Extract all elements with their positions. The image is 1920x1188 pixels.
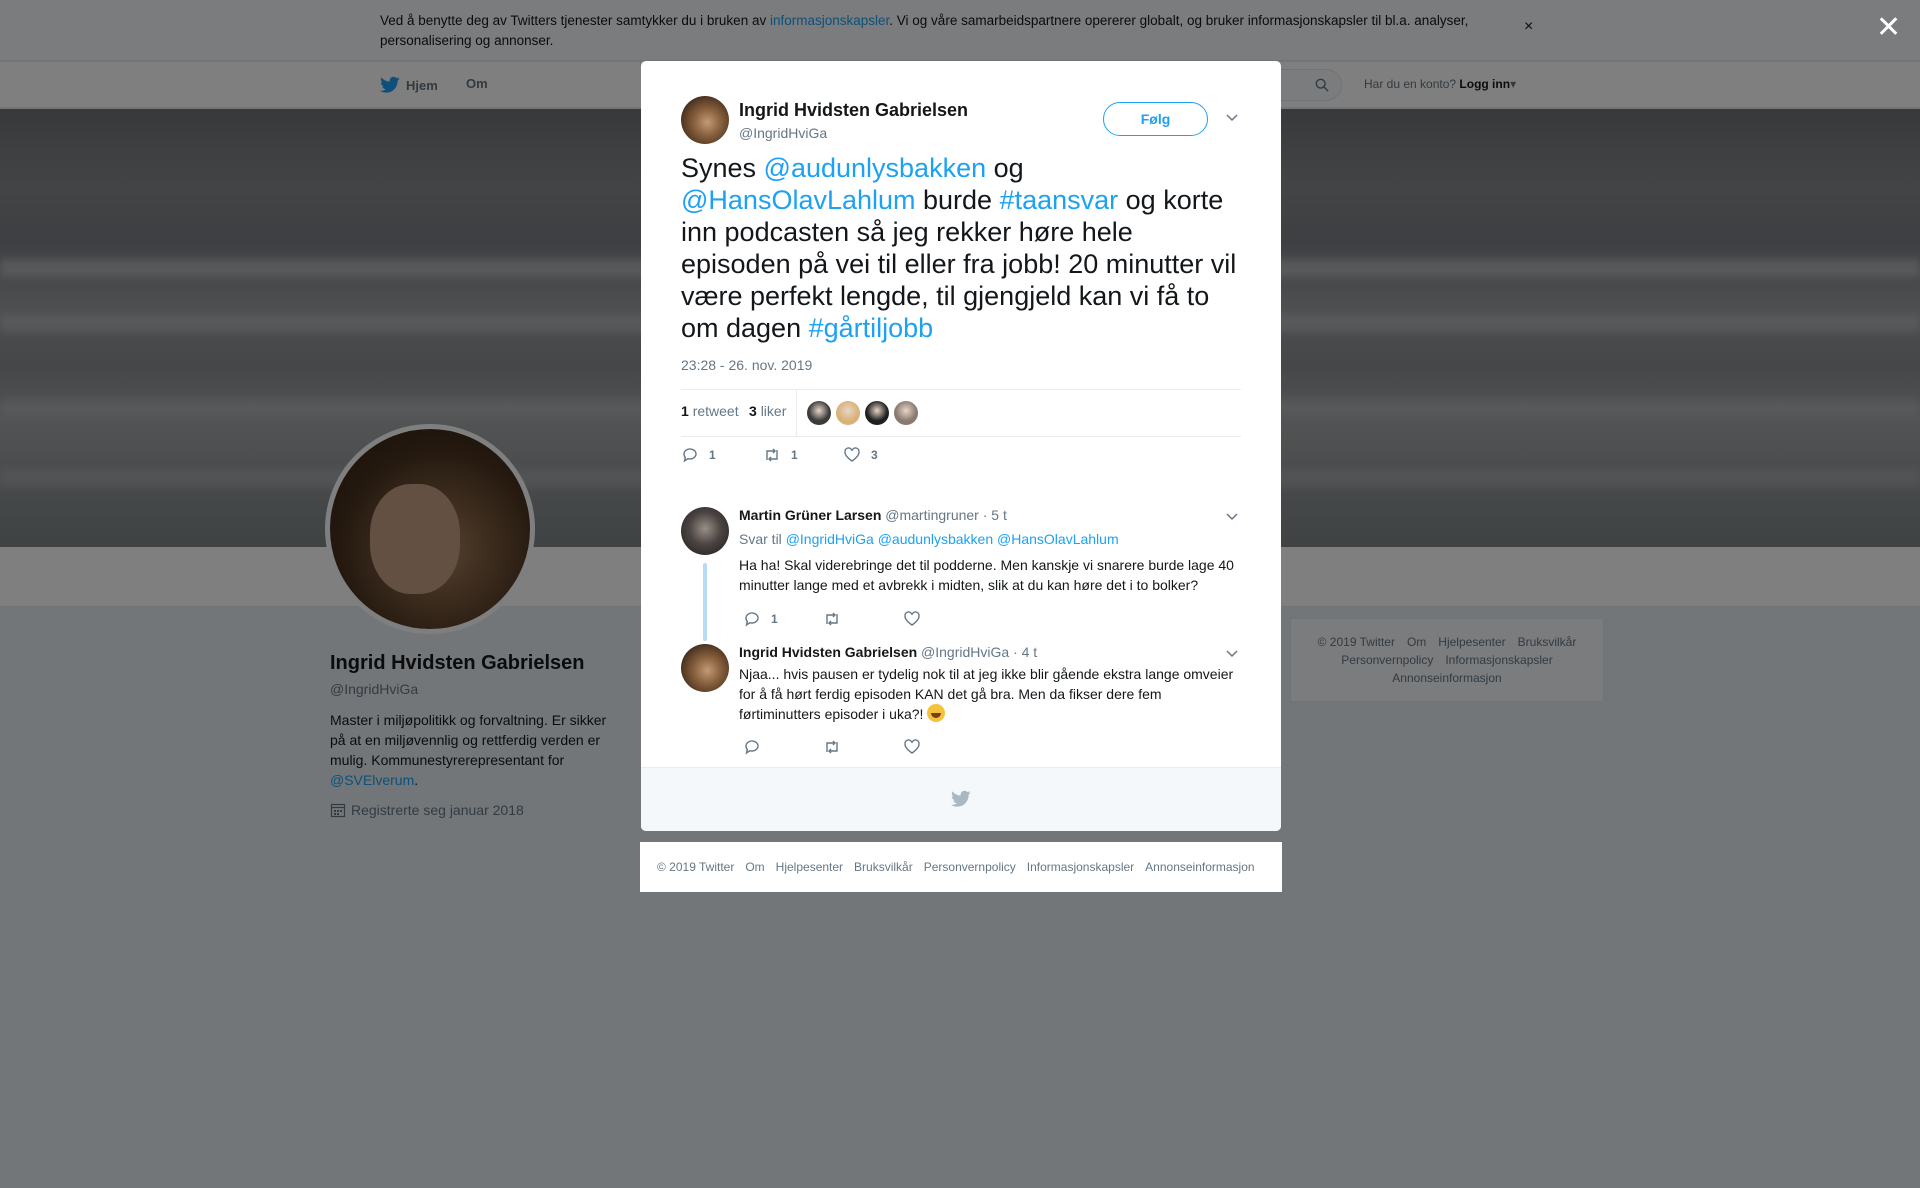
footer-link[interactable]: Personvernpolicy <box>924 860 1016 874</box>
retweet-button[interactable] <box>823 610 841 628</box>
follow-button[interactable]: Følg <box>1103 102 1208 136</box>
thread-line <box>703 563 707 641</box>
heart-icon <box>904 739 920 754</box>
tweet-stats: 1 retweet 3 liker <box>681 389 1241 437</box>
chevron-down-icon[interactable] <box>1225 110 1239 124</box>
footer-link[interactable]: Hjelpesenter <box>776 860 843 874</box>
tweet-header: Ingrid Hvidsten Gabrielsen @IngridHviGa … <box>681 96 1241 146</box>
tweet-text-part: og <box>986 153 1024 183</box>
divider <box>796 390 797 436</box>
close-icon[interactable]: ✕ <box>1876 10 1901 45</box>
like-button[interactable]: 3 <box>843 446 878 464</box>
author-avatar[interactable] <box>681 96 729 144</box>
reply-avatar[interactable] <box>681 644 729 692</box>
reply-time[interactable]: · 4 t <box>1013 644 1037 660</box>
reply-button[interactable] <box>743 738 761 756</box>
retweet-button[interactable]: 1 <box>763 446 798 464</box>
mention-link[interactable]: @audunlysbakken <box>878 531 993 547</box>
liker-avatar[interactable] <box>807 401 831 425</box>
reply-button[interactable]: 1 <box>681 446 716 464</box>
reply-icon <box>745 612 759 627</box>
chevron-down-icon[interactable] <box>1225 646 1239 660</box>
hashtag-link[interactable]: #taansvar <box>1000 185 1119 215</box>
like-count[interactable]: 3 liker <box>749 403 786 419</box>
footer-link[interactable]: Bruksvilkår <box>854 860 913 874</box>
hashtag-link[interactable]: #gårtiljobb <box>809 313 934 343</box>
retweet-icon <box>826 612 838 626</box>
tweet-modal: Ingrid Hvidsten Gabrielsen @IngridHviGa … <box>641 61 1281 831</box>
tweet-text: Synes @audunlysbakken og @HansOlavLahlum… <box>681 152 1246 344</box>
modal-footer <box>641 767 1281 831</box>
heart-icon <box>904 611 920 626</box>
footer-link[interactable]: Informasjonskapsler <box>1027 860 1134 874</box>
modal-bottom-links: © 2019 Twitter Om Hjelpesenter Bruksvilk… <box>640 842 1282 892</box>
reply-author-handle[interactable]: @IngridHviGa <box>921 644 1009 660</box>
mention-link[interactable]: @HansOlavLahlum <box>681 185 916 215</box>
reply-text-container: Njaa... hvis pausen er tydelig nok til a… <box>739 664 1239 724</box>
mention-link[interactable]: @IngridHviGa <box>786 531 874 547</box>
footer-link[interactable]: © 2019 Twitter <box>657 860 734 874</box>
like-button[interactable] <box>903 610 921 628</box>
liker-avatar[interactable] <box>836 401 860 425</box>
retweet-count[interactable]: 1 retweet <box>681 403 739 419</box>
retweet-icon <box>826 740 838 754</box>
retweet-icon <box>766 448 778 462</box>
reply-icon <box>683 448 697 463</box>
footer-link[interactable]: Annonseinformasjon <box>1145 860 1254 874</box>
reply-icon <box>745 740 759 755</box>
mention-link[interactable]: @audunlysbakken <box>764 153 987 183</box>
reply-tweet[interactable]: Ingrid Hvidsten Gabrielsen @IngridHviGa … <box>681 644 1241 764</box>
author-handle[interactable]: @IngridHviGa <box>739 125 827 141</box>
tweet-text-part: Synes <box>681 153 764 183</box>
reply-to: Svar til @IngridHviGa @audunlysbakken @H… <box>739 531 1119 547</box>
author-name[interactable]: Ingrid Hvidsten Gabrielsen <box>739 100 968 121</box>
twitter-bird-icon <box>951 790 971 807</box>
reply-button[interactable]: 1 <box>743 610 778 628</box>
tweet-timestamp[interactable]: 23:28 - 26. nov. 2019 <box>681 357 812 373</box>
reply-author-handle[interactable]: @martingruner <box>885 507 979 523</box>
reply-header: Martin Grüner Larsen @martingruner · 5 t <box>739 507 1007 523</box>
retweet-button[interactable] <box>823 738 841 756</box>
liker-avatar[interactable] <box>865 401 889 425</box>
tweet-text-part: burde <box>915 185 1000 215</box>
reply-author-name[interactable]: Martin Grüner Larsen <box>739 507 881 523</box>
reply-tweet[interactable]: Martin Grüner Larsen @martingruner · 5 t… <box>681 507 1241 657</box>
reply-avatar[interactable] <box>681 507 729 555</box>
reply-text: Njaa... hvis pausen er tydelig nok til a… <box>739 666 1234 722</box>
reply-text: Ha ha! Skal viderebringe det til poddern… <box>739 557 1234 593</box>
mention-link[interactable]: @HansOlavLahlum <box>997 531 1119 547</box>
heart-icon <box>844 447 860 462</box>
grinning-emoji-icon <box>927 704 946 722</box>
reply-time[interactable]: · 5 t <box>983 507 1007 523</box>
footer-link[interactable]: Om <box>745 860 764 874</box>
chevron-down-icon[interactable] <box>1225 509 1239 523</box>
liker-avatar[interactable] <box>894 401 918 425</box>
reply-author-name[interactable]: Ingrid Hvidsten Gabrielsen <box>739 644 917 660</box>
like-button[interactable] <box>903 738 921 756</box>
reply-header: Ingrid Hvidsten Gabrielsen @IngridHviGa … <box>739 644 1037 660</box>
